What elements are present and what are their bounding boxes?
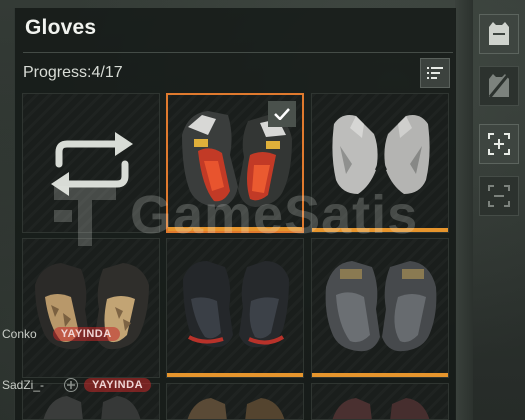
- background-pillar: [455, 0, 473, 420]
- equipped-check: [268, 101, 296, 127]
- checkmark-icon: [274, 108, 290, 120]
- glove-icon: [187, 398, 285, 419]
- rarity-bar: [312, 373, 448, 377]
- progress-label: Progress:4/17: [23, 64, 123, 81]
- bare-hands-icon: [332, 115, 430, 194]
- dark-red-glove-icon: [183, 261, 289, 348]
- shuffle-icon: [51, 132, 133, 196]
- stream-user-row: Conko YAYINDA: [0, 323, 120, 345]
- collapse-button[interactable]: [479, 176, 519, 216]
- glove-tile-random[interactable]: [22, 93, 160, 233]
- tan-camo-glove-icon: [35, 263, 149, 350]
- panel-title: Gloves: [25, 16, 97, 39]
- stream-user-row: SadZi_- YAYINDA: [0, 374, 152, 396]
- live-badge: YAYINDA: [52, 327, 120, 341]
- stream-username: Conko: [2, 327, 37, 341]
- glove-tile-dark-red[interactable]: [166, 238, 304, 378]
- rarity-bar: [312, 228, 448, 232]
- vest-crossed-icon: [488, 74, 510, 98]
- expand-button[interactable]: [479, 124, 519, 164]
- vest-slot-button[interactable]: [479, 14, 519, 54]
- grey-tactical-glove-icon: [325, 261, 437, 352]
- glove-icon: [332, 398, 430, 419]
- collapse-icon: [488, 185, 510, 207]
- sort-filter-button[interactable]: [420, 58, 450, 88]
- glove-tile-grey-tactical[interactable]: [311, 238, 449, 378]
- live-badge: YAYINDA: [84, 378, 152, 392]
- rarity-bar: [167, 373, 303, 377]
- glove-tile-row3-3[interactable]: [311, 383, 449, 420]
- title-divider: [23, 52, 453, 53]
- glove-tile-row3-2[interactable]: [166, 383, 304, 420]
- glove-tile-bare-hands[interactable]: [311, 93, 449, 233]
- stream-username: SadZi_-: [2, 378, 45, 392]
- expand-icon: [488, 133, 510, 155]
- subscribe-icon: [64, 378, 79, 392]
- list-sort-icon: [427, 67, 443, 79]
- glove-tile-tan-camo[interactable]: [22, 238, 160, 378]
- rarity-bar: [168, 227, 302, 231]
- vest-disabled-button[interactable]: [479, 66, 519, 106]
- vest-icon: [489, 22, 509, 45]
- glove-tile-red-white[interactable]: [166, 93, 304, 233]
